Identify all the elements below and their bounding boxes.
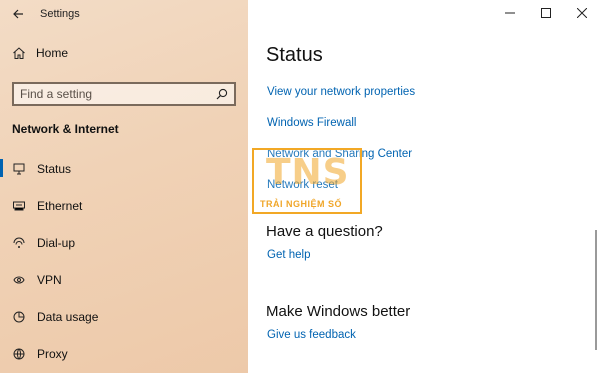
app-title: Settings [40,8,80,20]
vpn-icon [13,276,25,283]
dialup-icon [13,237,25,248]
get-help-link[interactable]: Get help [267,249,310,261]
question-heading: Have a question? [266,223,383,240]
sidebar-item-status[interactable]: Status [0,150,248,187]
sidebar-item-label: Status [37,161,72,176]
sidebar-item-dialup[interactable]: Dial-up [0,224,248,261]
watermark-logo: TNS [266,152,350,193]
maximize-icon [541,8,551,18]
sidebar-item-label: Proxy [37,346,68,361]
back-arrow-icon [13,9,23,19]
close-icon [577,8,587,18]
search-icon[interactable] [216,88,228,100]
give-feedback-link[interactable]: Give us feedback [267,329,356,341]
home-label: Home [36,46,69,60]
minimize-button[interactable] [492,0,528,26]
sidebar-item-label: Dial-up [37,235,76,250]
data-usage-icon [13,311,25,322]
status-icon [13,163,25,174]
sidebar-item-proxy[interactable]: Proxy [0,335,248,372]
watermark-subtitle: TRẢI NGHIỆM SỐ [260,199,343,209]
page-title: Status [266,44,323,66]
nav-list: Status Ethernet Dial-up VPN Data usage P… [0,150,248,372]
make-windows-better-heading: Make Windows better [266,303,411,320]
view-network-properties-link[interactable]: View your network properties [267,86,415,98]
proxy-icon [13,348,25,359]
watermark: TNS TRẢI NGHIỆM SỐ [252,148,362,214]
scrollbar[interactable] [595,230,597,350]
sidebar-item-ethernet[interactable]: Ethernet [0,187,248,224]
sidebar-item-label: Data usage [37,309,99,324]
search-placeholder: Find a setting [20,87,93,101]
title-bar: Settings [0,0,248,28]
windows-firewall-link[interactable]: Windows Firewall [267,117,356,129]
maximize-button[interactable] [528,0,564,26]
sidebar: Settings Home Find a setting Network & I… [0,0,248,373]
sidebar-item-label: Ethernet [37,198,83,213]
window-controls [492,0,600,26]
home-nav-item[interactable]: Home [12,46,68,60]
sidebar-item-data-usage[interactable]: Data usage [0,298,248,335]
sidebar-item-label: VPN [37,272,62,287]
minimize-icon [505,12,515,14]
home-icon [13,47,25,59]
back-button[interactable] [0,0,36,28]
search-input[interactable]: Find a setting [12,82,236,106]
close-button[interactable] [564,0,600,26]
sidebar-item-vpn[interactable]: VPN [0,261,248,298]
ethernet-icon [13,201,25,210]
section-title: Network & Internet [12,122,119,136]
